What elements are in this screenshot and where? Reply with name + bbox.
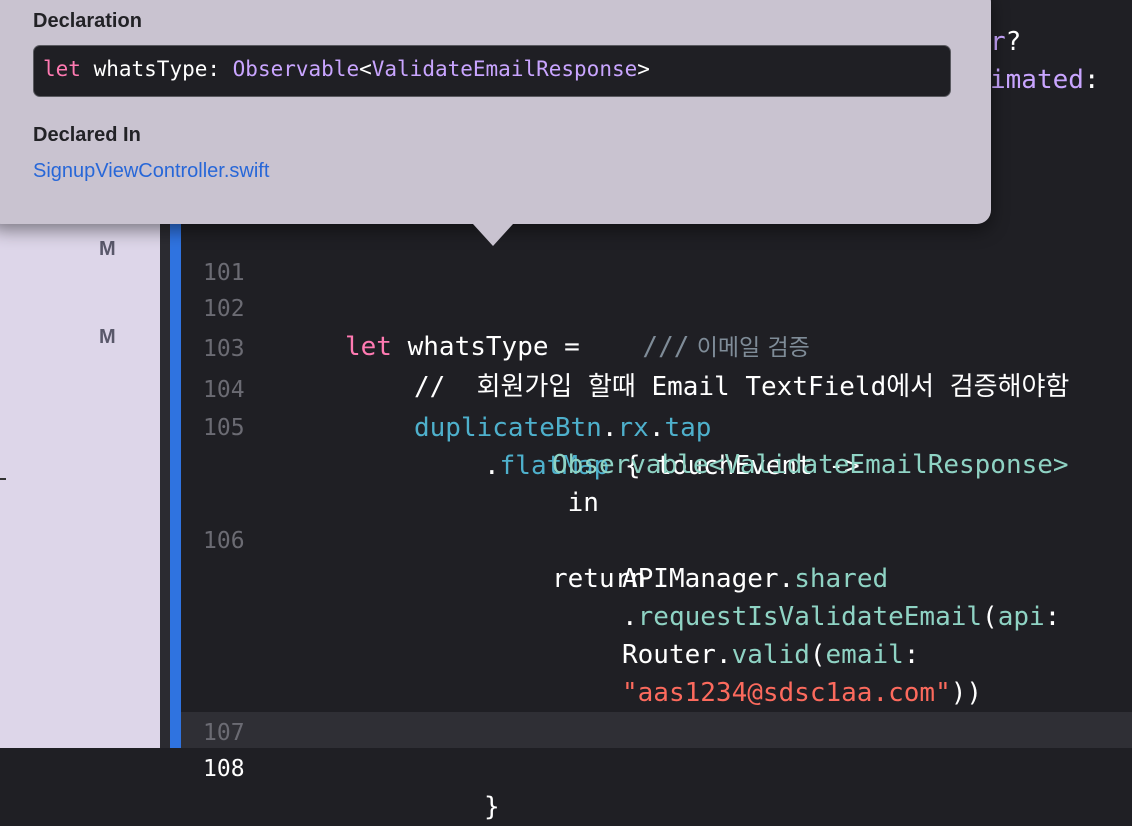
code-line[interactable]: APIManager.shared — [181, 522, 1132, 594]
declaration-code: let whatsType: Observable<ValidateEmailR… — [43, 57, 650, 81]
modified-badge: M — [99, 238, 116, 260]
code-line[interactable]: Router.valid(email: — [181, 598, 1132, 670]
declaration-code-box: let whatsType: Observable<ValidateEmailR… — [33, 45, 951, 97]
code-line[interactable]: 104 duplicateBtn.rx.tap — [181, 333, 1132, 443]
code-text: } — [484, 792, 500, 822]
code-line[interactable]: "aas1234@sdsc1aa.com")) — [181, 636, 1132, 708]
modified-badge: M — [99, 326, 116, 348]
code-line[interactable]: 105 .flatMap { touchEvent -> — [181, 371, 1132, 481]
code-line[interactable]: Observable<ValidateEmailResponse> — [181, 408, 1132, 480]
code-fragment: imated: — [990, 65, 1100, 95]
code-line[interactable]: .requestIsValidateEmail(api: — [181, 560, 1132, 632]
code-line[interactable]: in — [181, 446, 1132, 518]
declared-in-heading: Declared In — [33, 124, 141, 146]
code-line[interactable]: 107 — [181, 676, 1132, 746]
line-number: 108 — [203, 756, 245, 782]
code-fragment: r? — [990, 27, 1022, 57]
code-line[interactable]: 102 let whatsType = /// 이메일 검증 — [181, 252, 1132, 362]
code-line[interactable]: 106 return — [181, 484, 1132, 594]
code-line-current[interactable]: 108 } — [181, 712, 1132, 822]
code-line[interactable]: 103 // 회원가입 할때 Email TextField에서 검증해야함 — [181, 292, 1132, 402]
quick-help-popover: Declaration let whatsType: Observable<Va… — [0, 0, 991, 224]
popover-arrow — [473, 224, 513, 246]
declaration-heading: Declaration — [33, 10, 142, 32]
declared-in-file-link[interactable]: SignupViewController.swift — [33, 160, 269, 183]
navigator-divider — [0, 478, 6, 480]
